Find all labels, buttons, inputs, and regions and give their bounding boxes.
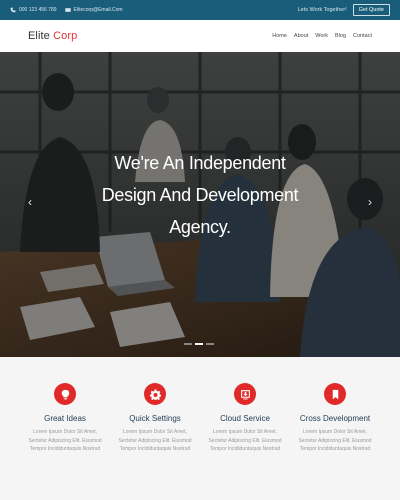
feature-description-line: Sectetur Adipiscing Elit. Eiusmod xyxy=(28,437,102,444)
feature-description-line: Tempor Incididuntaquis Nostrud xyxy=(299,446,371,452)
feature-description-line: Tempor Incididuntaquis Nostrud xyxy=(29,446,101,452)
email-address: Elitecorp@Email.Com xyxy=(73,7,123,13)
feature-description-line: Sectetur Adipiscing Elit. Eiusmod xyxy=(298,437,372,444)
slider-indicators xyxy=(184,343,217,345)
cloud-download-icon xyxy=(234,383,256,405)
feature-description-line: Lorem Ipsum Dolor Sit Amet, xyxy=(213,429,277,435)
nav-link-about[interactable]: About xyxy=(294,33,308,39)
bookmark-icon xyxy=(324,383,346,405)
feature-description: Lorem Ipsum Dolor Sit Amet, Sectetur Adi… xyxy=(290,428,380,454)
hero-headline-line: We're An Independent xyxy=(114,153,286,173)
feature-description-line: Lorem Ipsum Dolor Sit Amet, xyxy=(123,429,187,435)
email-contact[interactable]: Elitecorp@Email.Com xyxy=(64,7,123,13)
logo[interactable]: Elite Corp xyxy=(28,30,77,42)
feature-title: Cross Development xyxy=(299,414,371,423)
nav-link-contact[interactable]: Contact xyxy=(353,33,372,39)
feature-description-line: Sectetur Adipiscing Elit. Eiusmod xyxy=(208,437,282,444)
tagline: Lets Work Together! xyxy=(297,7,347,13)
nav-link-home[interactable]: Home xyxy=(272,33,287,39)
slider-prev-arrow-icon[interactable]: ‹ xyxy=(24,195,36,209)
hero-headline: We're An Independent Design And Developm… xyxy=(50,147,350,243)
slider-next-arrow-icon[interactable]: › xyxy=(364,195,376,209)
feature-description-line: Lorem Ipsum Dolor Sit Amet, xyxy=(303,429,367,435)
phone-contact[interactable]: 000 123 456 789 xyxy=(10,7,57,13)
features-section: Great Ideas Lorem Ipsum Dolor Sit Amet, … xyxy=(0,357,400,500)
feature-description: Lorem Ipsum Dolor Sit Amet, Sectetur Adi… xyxy=(110,428,200,454)
feature-description: Lorem Ipsum Dolor Sit Amet, Sectetur Adi… xyxy=(200,428,290,454)
phone-icon xyxy=(10,7,16,13)
hero-headline-line: Agency. xyxy=(169,217,231,237)
slider-dot-2[interactable] xyxy=(195,343,203,345)
hero-headline-line: Design And Development xyxy=(101,185,299,205)
nav-link-blog[interactable]: Blog xyxy=(335,33,346,39)
feature-description-line: Sectetur Adipiscing Elit. Eiusmod xyxy=(118,437,192,444)
feature-title: Cloud Service xyxy=(220,414,270,423)
feature-card-cross-development: Cross Development Lorem Ipsum Dolor Sit … xyxy=(290,383,380,500)
logo-primary: Elite xyxy=(28,30,50,42)
slider-dot-3[interactable] xyxy=(206,343,214,345)
nav-link-work[interactable]: Work xyxy=(315,33,328,39)
envelope-icon xyxy=(64,8,71,12)
lightbulb-icon xyxy=(54,383,76,405)
feature-title: Quick Settings xyxy=(129,414,181,423)
top-bar: 000 123 456 789 Elitecorp@Email.Com Lets… xyxy=(0,0,400,20)
navbar: Elite Corp Home About Work Blog Contact xyxy=(0,20,400,52)
get-quote-button[interactable]: Get Quote xyxy=(352,4,390,16)
feature-card-cloud-service: Cloud Service Lorem Ipsum Dolor Sit Amet… xyxy=(200,383,290,500)
gear-icon xyxy=(144,383,166,405)
topbar-right: Lets Work Together! Get Quote xyxy=(298,4,390,16)
main-nav: Home About Work Blog Contact xyxy=(265,33,372,39)
phone-number: 000 123 456 789 xyxy=(19,7,57,13)
feature-description-line: Lorem Ipsum Dolor Sit Amet, xyxy=(33,429,97,435)
feature-description: Lorem Ipsum Dolor Sit Amet, Sectetur Adi… xyxy=(20,428,110,454)
feature-title: Great Ideas xyxy=(44,414,86,423)
contact-info: 000 123 456 789 Elitecorp@Email.Com xyxy=(10,7,131,13)
slider-dot-1[interactable] xyxy=(184,343,192,345)
hero-slider: We're An Independent Design And Developm… xyxy=(0,52,400,357)
logo-accent: Corp xyxy=(53,30,78,42)
feature-card-quick-settings: Quick Settings Lorem Ipsum Dolor Sit Ame… xyxy=(110,383,200,500)
feature-description-line: Tempor Incididuntaquis Nostrud xyxy=(209,446,281,452)
feature-card-great-ideas: Great Ideas Lorem Ipsum Dolor Sit Amet, … xyxy=(20,383,110,500)
feature-description-line: Tempor Incididuntaquis Nostrud xyxy=(119,446,191,452)
